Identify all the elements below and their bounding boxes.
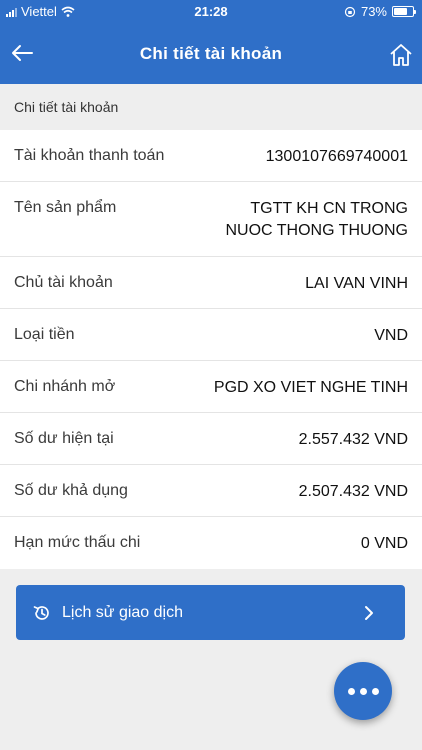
detail-value-line: 1300107669740001: [265, 148, 408, 165]
more-dot-icon: [347, 687, 355, 695]
detail-value: 2.507.432 VND: [299, 481, 408, 503]
detail-value: 0 VND: [361, 533, 408, 555]
page-title: Chi tiết tài khoản: [139, 44, 283, 63]
detail-row: Tên sản phẩm TGTT KH CN TRONG NUOC THONG T…: [0, 182, 422, 257]
detail-value-line: NUOC THONG THUONG: [225, 222, 408, 239]
status-bar: Viettel 21:28 73%: [0, 0, 422, 24]
detail-label: Số dư khả dụng: [14, 482, 128, 499]
detail-value: 2.557.432 VND: [299, 429, 408, 451]
status-right: 73%: [344, 4, 416, 19]
orientation-lock-icon: [344, 6, 356, 17]
more-dot-icon: [371, 687, 379, 695]
detail-row: Loại tiền VND: [0, 309, 422, 361]
detail-row: Chi nhánh mở PGD XO VIET NGHE TINH: [0, 361, 422, 413]
section-title: Chi tiết tài khoản: [0, 84, 422, 130]
battery-level: [394, 8, 408, 15]
detail-row: Số dư hiện tại 2.557.432 VND: [0, 413, 422, 465]
detail-row: Chủ tài khoản LAI VAN VINH: [0, 257, 422, 309]
detail-label: Tài khoản thanh toán: [14, 147, 165, 164]
nav-bar: Chi tiết tài khoản: [0, 24, 422, 84]
detail-value-line: PGD XO VIET NGHE TINH: [213, 379, 408, 396]
detail-row: Số dư khả dụng 2.507.432 VND: [0, 465, 422, 517]
detail-label: Loại tiền: [14, 326, 75, 343]
detail-row: Tài khoản thanh toán 1300107669740001: [0, 130, 422, 182]
transaction-history-label: Lịch sử giao dịch: [62, 603, 183, 621]
detail-label: Hạn mức thấu chi: [14, 534, 141, 551]
battery-percent: 73%: [360, 4, 387, 19]
detail-value-line: 0 VND: [360, 535, 408, 552]
home-button[interactable]: [388, 42, 414, 68]
account-details-list: Tài khoản thanh toán 1300107669740001 Tên …: [0, 130, 422, 569]
detail-value: VND: [374, 325, 408, 347]
battery-icon: [392, 6, 416, 17]
home-icon: [390, 44, 412, 66]
detail-value: 1300107669740001: [266, 146, 408, 168]
detail-value: PGD XO VIET NGHE TINH: [214, 377, 408, 399]
more-dot-icon: [359, 687, 367, 695]
detail-value-line: TGTT KH CN TRONG: [250, 200, 408, 217]
detail-value-line: LAI VAN VINH: [305, 275, 408, 292]
detail-value-line: 2.557.432 VND: [298, 431, 408, 448]
detail-row: Hạn mức thấu chi 0 VND: [0, 517, 422, 569]
detail-value-line: 2.507.432 VND: [298, 483, 408, 500]
detail-value: LAI VAN VINH: [305, 273, 408, 295]
more-options-button[interactable]: [334, 662, 392, 720]
detail-label: Tên sản phẩm: [14, 199, 117, 216]
detail-value: TGTT KH CN TRONG NUOC THONG THUONG: [225, 198, 408, 242]
chevron-right-icon: [365, 605, 373, 620]
transaction-history-button[interactable]: Lịch sử giao dịch: [16, 585, 405, 640]
detail-label: Chủ tài khoản: [14, 274, 113, 291]
detail-label: Chi nhánh mở: [14, 378, 116, 395]
detail-value-line: VND: [374, 327, 408, 344]
history-icon: [33, 605, 49, 620]
detail-label: Số dư hiện tại: [14, 430, 114, 447]
